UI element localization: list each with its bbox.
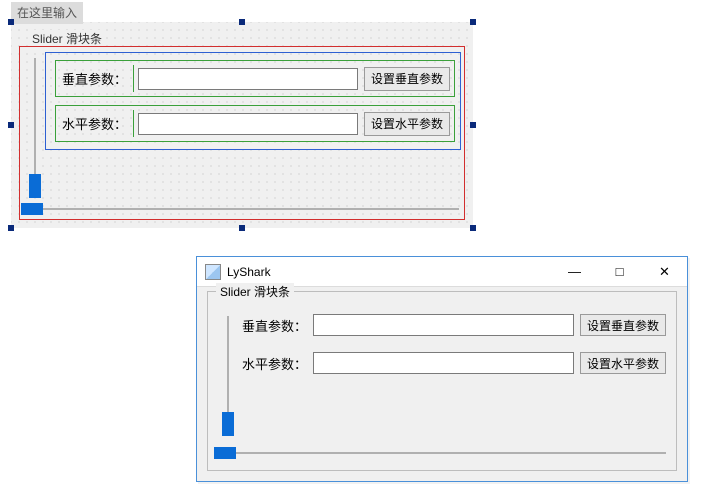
slider-groove <box>214 452 666 454</box>
resize-handle[interactable] <box>239 225 245 231</box>
window-buttons: — □ ✕ <box>552 257 687 286</box>
app-icon <box>205 264 221 280</box>
button-set-horizontal[interactable]: 设置水平参数 <box>580 352 666 374</box>
input-vertical-param[interactable] <box>313 314 574 336</box>
button-set-horizontal[interactable]: 设置水平参数 <box>364 112 450 136</box>
designer-canvas[interactable]: Slider 滑块条 垂直参数： 设置垂直参数 水平参数： 设置水平参数 <box>11 22 473 228</box>
designer-horizontal-slider[interactable] <box>21 202 459 216</box>
runtime-form-rows: 垂直参数： 设置垂直参数 水平参数： 设置水平参数 <box>242 314 666 390</box>
label-vertical-param: 垂直参数： <box>60 65 134 92</box>
slider-thumb[interactable] <box>222 412 234 436</box>
resize-handle[interactable] <box>8 122 14 128</box>
label-horizontal-param: 水平参数： <box>242 354 307 373</box>
designer-vertical-slider[interactable] <box>27 58 43 198</box>
label-vertical-param: 垂直参数： <box>242 316 307 335</box>
slider-thumb[interactable] <box>214 447 236 459</box>
client-area: Slider 滑块条 垂直参数： 设置垂直参数 水平参数： 设置水平参数 <box>197 287 687 481</box>
designer-area: 在这里输入 Slider 滑块条 垂直参数： 设置垂直参数 水平参数： 设置水平… <box>8 2 478 234</box>
button-set-vertical[interactable]: 设置垂直参数 <box>580 314 666 336</box>
window-title: LyShark <box>227 265 271 279</box>
designer-group-title: Slider 滑块条 <box>29 30 105 47</box>
runtime-horizontal-slider[interactable] <box>214 446 666 460</box>
minimize-button[interactable]: — <box>552 257 597 286</box>
slider-groove <box>21 208 459 210</box>
resize-handle[interactable] <box>470 19 476 25</box>
runtime-row-vertical: 垂直参数： 设置垂直参数 <box>242 314 666 336</box>
resize-handle[interactable] <box>239 19 245 25</box>
groupbox-title: Slider 滑块条 <box>216 283 294 300</box>
resize-handle[interactable] <box>470 225 476 231</box>
input-vertical-param[interactable] <box>138 68 358 90</box>
resize-handle[interactable] <box>8 225 14 231</box>
resize-handle[interactable] <box>470 122 476 128</box>
close-button[interactable]: ✕ <box>642 257 687 286</box>
designer-row-vertical: 垂直参数： 设置垂直参数 <box>55 60 455 97</box>
designer-placeholder[interactable]: 在这里输入 <box>11 2 83 24</box>
resize-handle[interactable] <box>8 19 14 25</box>
slider-thumb[interactable] <box>21 203 43 215</box>
runtime-window: LyShark — □ ✕ Slider 滑块条 垂直参数： 设置垂直参数 水平… <box>196 256 688 482</box>
designer-form-rows: 垂直参数： 设置垂直参数 水平参数： 设置水平参数 <box>55 60 455 150</box>
runtime-vertical-slider[interactable] <box>220 316 236 436</box>
label-horizontal-param: 水平参数： <box>60 110 134 137</box>
slider-thumb[interactable] <box>29 174 41 198</box>
runtime-row-horizontal: 水平参数： 设置水平参数 <box>242 352 666 374</box>
input-horizontal-param[interactable] <box>313 352 574 374</box>
input-horizontal-param[interactable] <box>138 113 358 135</box>
button-set-vertical[interactable]: 设置垂直参数 <box>364 67 450 91</box>
maximize-button[interactable]: □ <box>597 257 642 286</box>
slider-groupbox: Slider 滑块条 垂直参数： 设置垂直参数 水平参数： 设置水平参数 <box>207 291 677 471</box>
designer-row-horizontal: 水平参数： 设置水平参数 <box>55 105 455 142</box>
